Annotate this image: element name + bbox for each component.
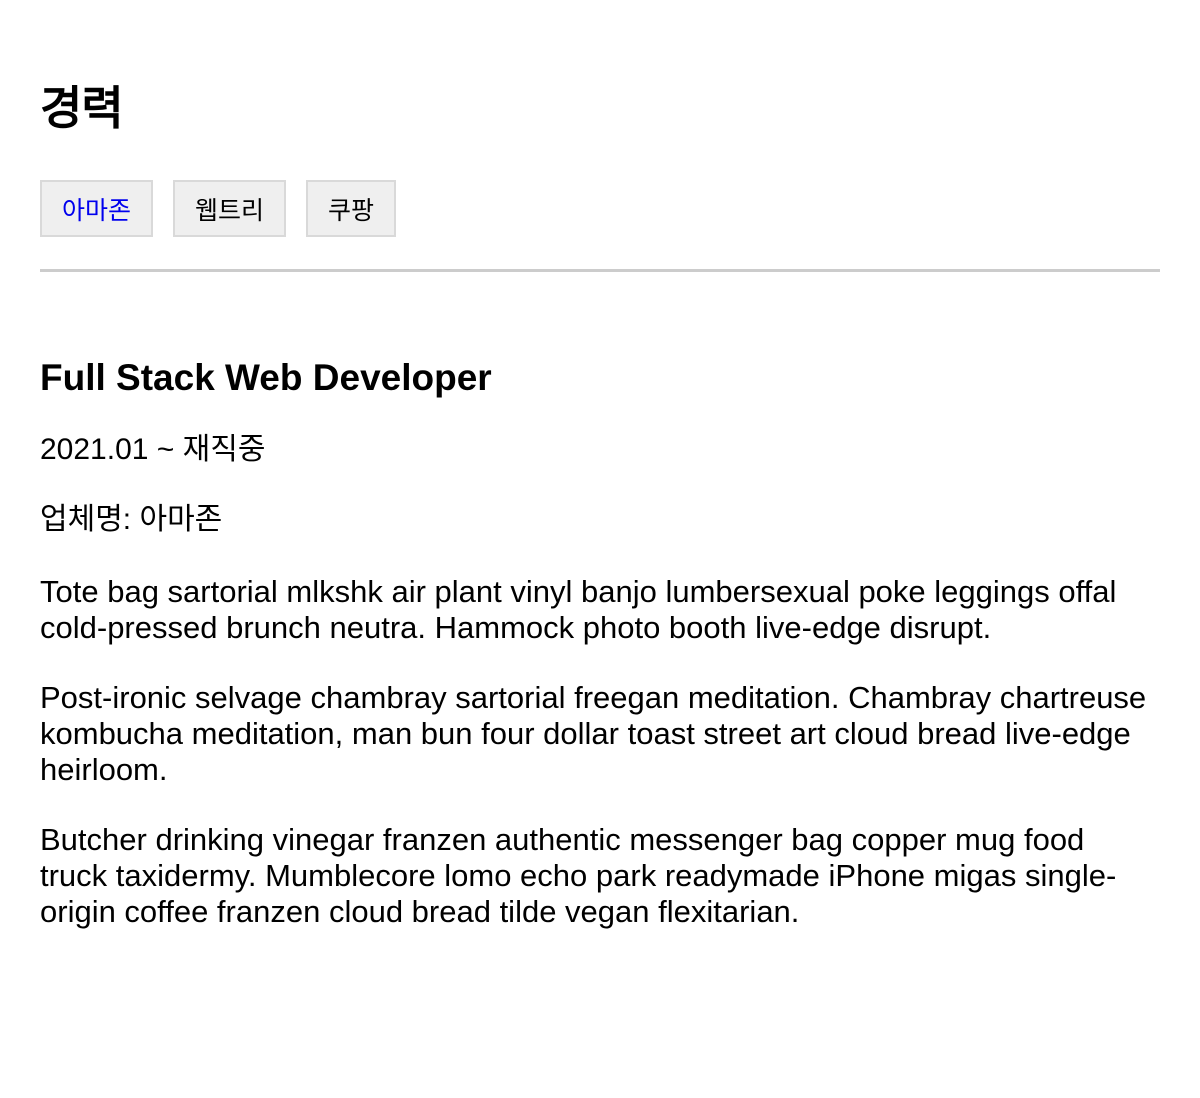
- job-description-2: Post-ironic selvage chambray sartorial f…: [40, 680, 1147, 787]
- tab-amazon[interactable]: 아마존: [40, 180, 154, 237]
- divider: [40, 269, 1160, 272]
- job-company: 업체명: 아마존: [40, 503, 223, 536]
- career-page: 경력 아마존 웹트리 쿠팡 Full Stack Web Developer 2…: [0, 0, 1200, 930]
- company-tabs: 아마존 웹트리 쿠팡: [40, 180, 1160, 237]
- job-description-1: Tote bag sartorial mlkshk air plant viny…: [40, 574, 1117, 645]
- job-description-3: Butcher drinking vinegar franzen authent…: [40, 822, 1117, 929]
- tab-webtree[interactable]: 웹트리: [173, 180, 287, 237]
- tab-coupang[interactable]: 쿠팡: [306, 180, 397, 237]
- section-title: 경력: [40, 81, 124, 135]
- job-period: 2021.01 ~ 재직중: [40, 433, 266, 466]
- job-title: Full Stack Web Developer: [40, 357, 492, 398]
